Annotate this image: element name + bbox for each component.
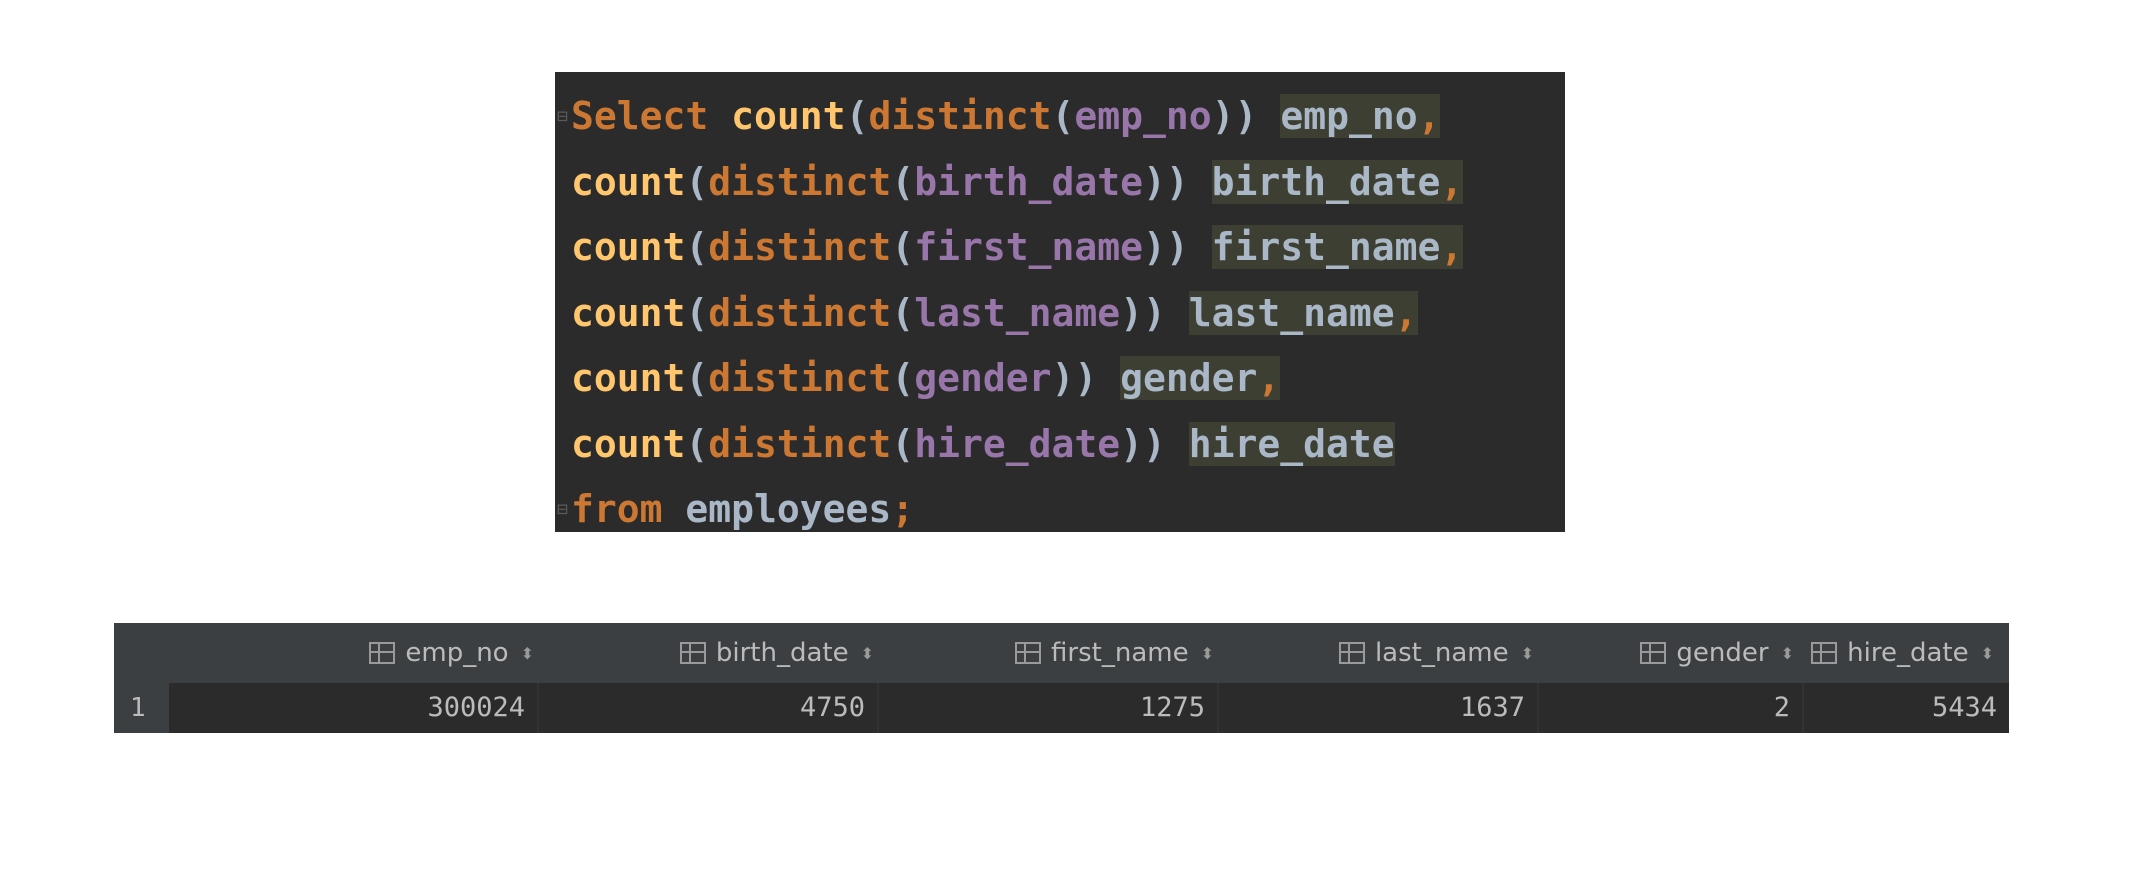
column-ref: last_name xyxy=(914,290,1121,335)
table-column-icon xyxy=(1338,642,1365,664)
table-cell[interactable]: 4750 xyxy=(539,683,879,733)
column-header-gender[interactable]: gender ⬍ xyxy=(1534,623,1794,683)
paren: ( xyxy=(891,225,915,269)
paren: ( xyxy=(891,421,915,466)
paren: )) xyxy=(1142,159,1189,204)
column-header-label: birth_date xyxy=(715,638,849,668)
code-line-1: ⊟ Select count(distinct(emp_no)) emp_no, xyxy=(557,84,1565,150)
paren: )) xyxy=(1120,290,1166,335)
distinct-keyword: distinct xyxy=(708,421,892,466)
table-cell[interactable]: 1637 xyxy=(1219,683,1539,733)
column-header-label: last_name xyxy=(1374,638,1509,668)
paren: ( xyxy=(685,159,709,204)
column-alias: first_name xyxy=(1211,225,1441,269)
result-grid[interactable]: emp_no ⬍ birth_date ⬍ first_name ⬍ last_nam… xyxy=(114,623,2009,733)
sort-icon[interactable]: ⬍ xyxy=(861,624,874,684)
paren: ( xyxy=(891,356,915,400)
column-header-last-name[interactable]: last_name ⬍ xyxy=(1214,623,1534,683)
paren: )) xyxy=(1142,225,1189,269)
fold-icon[interactable]: ⊟ xyxy=(557,477,568,543)
paren: )) xyxy=(1211,94,1258,138)
column-ref: gender xyxy=(914,356,1052,400)
column-alias: birth_date xyxy=(1211,159,1441,204)
column-alias: last_name xyxy=(1188,290,1395,335)
column-alias: hire_date xyxy=(1188,421,1395,466)
sort-icon[interactable]: ⬍ xyxy=(1201,624,1214,684)
column-alias: gender xyxy=(1120,356,1258,400)
count-function: count xyxy=(571,290,686,335)
paren: ( xyxy=(685,421,709,466)
column-header-label: hire_date xyxy=(1847,638,1969,668)
paren: ( xyxy=(845,94,869,138)
column-header-first-name[interactable]: first_name ⬍ xyxy=(874,623,1214,683)
semicolon: ; xyxy=(891,487,915,531)
comma: , xyxy=(1440,225,1464,269)
code-line-2: count(distinct(birth_date)) birth_date, xyxy=(571,150,1565,216)
table-cell[interactable]: 2 xyxy=(1539,683,1804,733)
comma: , xyxy=(1394,290,1418,335)
fold-icon[interactable]: ⊟ xyxy=(557,84,568,150)
table-cell[interactable]: 1275 xyxy=(879,683,1219,733)
comma: , xyxy=(1257,356,1281,400)
paren: ( xyxy=(685,225,709,269)
count-function: count xyxy=(571,159,686,204)
column-header-label: emp_no xyxy=(405,638,509,668)
sql-editor[interactable]: ⊟ Select count(distinct(emp_no)) emp_no, … xyxy=(555,72,1565,532)
paren: )) xyxy=(1051,356,1098,400)
code-line-7: ⊟ from employees; xyxy=(557,477,1565,543)
sort-icon[interactable]: ⬍ xyxy=(1981,624,1994,684)
count-function: count xyxy=(571,225,686,269)
code-line-6: count(distinct(hire_date)) hire_date xyxy=(571,412,1565,478)
table-column-icon xyxy=(1015,642,1042,664)
table-cell[interactable]: 300024 xyxy=(169,683,539,733)
column-ref: birth_date xyxy=(914,159,1143,204)
comma: , xyxy=(1440,159,1464,204)
sort-icon[interactable]: ⬍ xyxy=(521,624,534,684)
column-alias: emp_no xyxy=(1280,94,1418,138)
column-header-label: gender xyxy=(1676,638,1769,668)
comma: , xyxy=(1417,94,1441,138)
row-number[interactable]: 1 xyxy=(114,683,169,733)
column-header-emp-no[interactable]: emp_no ⬍ xyxy=(204,623,534,683)
paren: ( xyxy=(1051,94,1075,138)
column-ref: hire_date xyxy=(914,421,1121,466)
column-ref: emp_no xyxy=(1074,94,1212,138)
count-function: count xyxy=(731,94,846,138)
sort-icon[interactable]: ⬍ xyxy=(1781,624,1794,684)
count-function: count xyxy=(571,356,686,400)
table-row[interactable]: 1 300024 4750 1275 1637 2 5434 xyxy=(114,683,2009,733)
code-line-5: count(distinct(gender)) gender, xyxy=(571,346,1565,412)
paren: ( xyxy=(685,290,709,335)
table-column-icon xyxy=(1640,642,1667,664)
result-header: emp_no ⬍ birth_date ⬍ first_name ⬍ last_nam… xyxy=(114,623,2009,683)
paren: ( xyxy=(891,159,915,204)
paren: ( xyxy=(685,356,709,400)
column-ref: first_name xyxy=(914,225,1143,269)
distinct-keyword: distinct xyxy=(708,356,892,400)
sort-icon[interactable]: ⬍ xyxy=(1521,624,1534,684)
column-header-birth-date[interactable]: birth_date ⬍ xyxy=(534,623,874,683)
paren: )) xyxy=(1120,421,1166,466)
count-function: count xyxy=(571,421,686,466)
table-column-icon xyxy=(679,642,706,664)
table-column-icon xyxy=(1811,642,1838,664)
table-column-icon xyxy=(369,642,396,664)
distinct-keyword: distinct xyxy=(708,290,892,335)
table-cell[interactable]: 5434 xyxy=(1804,683,2009,733)
distinct-keyword: distinct xyxy=(708,159,892,204)
table-name: employees xyxy=(685,487,892,531)
column-header-hire-date[interactable]: hire_date ⬍ xyxy=(1794,623,1994,683)
select-keyword: Select xyxy=(571,94,709,138)
code-line-4: count(distinct(last_name)) last_name, xyxy=(571,281,1565,347)
from-keyword: from xyxy=(571,487,663,531)
column-header-label: first_name xyxy=(1051,638,1189,668)
code-line-3: count(distinct(first_name)) first_name, xyxy=(571,215,1565,281)
distinct-keyword: distinct xyxy=(708,225,892,269)
distinct-keyword: distinct xyxy=(868,94,1052,138)
paren: ( xyxy=(891,290,915,335)
